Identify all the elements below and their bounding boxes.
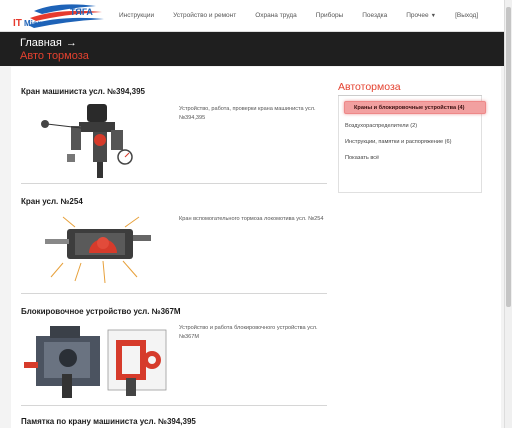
article-image-kran-254[interactable] <box>45 213 155 285</box>
logo-text-mian: Mian <box>24 19 42 28</box>
article-desc-kran-254: Кран вспомогательного тормоза локомотива… <box>179 216 324 222</box>
article-desc-kran-394-395: Устройство, работа, проверки крана машин… <box>179 106 316 121</box>
article-divider <box>21 183 327 184</box>
nav-item-labor-safety[interactable]: Охрана труда <box>255 12 296 19</box>
sidebar-item-label: Краны и блокировочные устройства (4) <box>354 105 465 111</box>
sidebar-title: Автотормоза <box>338 81 482 96</box>
article-title-367m[interactable]: Блокировочное устройство усл. №367М <box>21 307 181 316</box>
article-title-kran-254[interactable]: Кран усл. №254 <box>21 197 83 206</box>
sidebar-item-air-distributors[interactable]: Воздухораспределители (2) <box>345 123 417 129</box>
sidebar-item-cranes-blocking[interactable]: Краны и блокировочные устройства (4) <box>344 101 486 114</box>
nav-item-trip[interactable]: Поездка <box>362 12 387 19</box>
article-divider <box>21 405 327 406</box>
caret-down-icon: ▼ <box>430 13 437 19</box>
nav-item-logout[interactable]: [Выход] <box>455 12 478 19</box>
nav-more-label: Прочее <box>406 12 429 19</box>
article-image-367m[interactable] <box>22 322 174 400</box>
nav-item-instructions[interactable]: Инструкции <box>119 12 154 19</box>
auxiliary-brake-valve-illustration <box>45 216 151 284</box>
article-image-kran-394-395[interactable] <box>27 102 173 180</box>
nav-item-device-repair[interactable]: Устройство и ремонт <box>173 12 236 19</box>
logo-text-it: IT <box>13 18 22 29</box>
brake-valve-illustration <box>41 104 133 178</box>
nav-item-more[interactable]: Прочее ▼ <box>406 12 436 19</box>
logo-text-tyaga: ТЯГА <box>70 7 93 17</box>
page-title: Авто тормоза <box>20 50 89 62</box>
scrollbar-thumb[interactable] <box>506 7 511 307</box>
article-divider <box>21 293 327 294</box>
category-sidebar: Автотормоза Краны и блокировочные устрой… <box>338 81 486 193</box>
article-title-kran-394-395[interactable]: Кран машиниста усл. №394,395 <box>21 87 145 96</box>
breadcrumb-home[interactable]: Главная <box>20 37 62 49</box>
site-logo[interactable]: IT Mian ТЯГА <box>12 2 108 30</box>
breadcrumb-arrow-icon: → <box>65 37 77 49</box>
sidebar-item-instructions-memos[interactable]: Инструкции, памятки и распоряжение (6) <box>345 139 452 145</box>
sidebar-item-show-all[interactable]: Показать всё <box>345 155 379 161</box>
main-menu: Инструкции Устройство и ремонт Охрана тр… <box>119 12 497 19</box>
article-desc-367m: Устройство и работа блокировочного устро… <box>179 325 318 340</box>
article-title-pamyatka-394-395[interactable]: Памятка по крану машиниста усл. №394,395 <box>21 417 196 426</box>
blocking-device-illustration <box>24 326 167 398</box>
sidebar-list: Краны и блокировочные устройства (4) Воз… <box>338 96 486 193</box>
nav-item-devices[interactable]: Приборы <box>316 12 344 19</box>
top-navbar: IT Mian ТЯГА Инструкции Устройство и рем… <box>0 0 512 32</box>
breadcrumb: Главная → <box>20 37 77 49</box>
